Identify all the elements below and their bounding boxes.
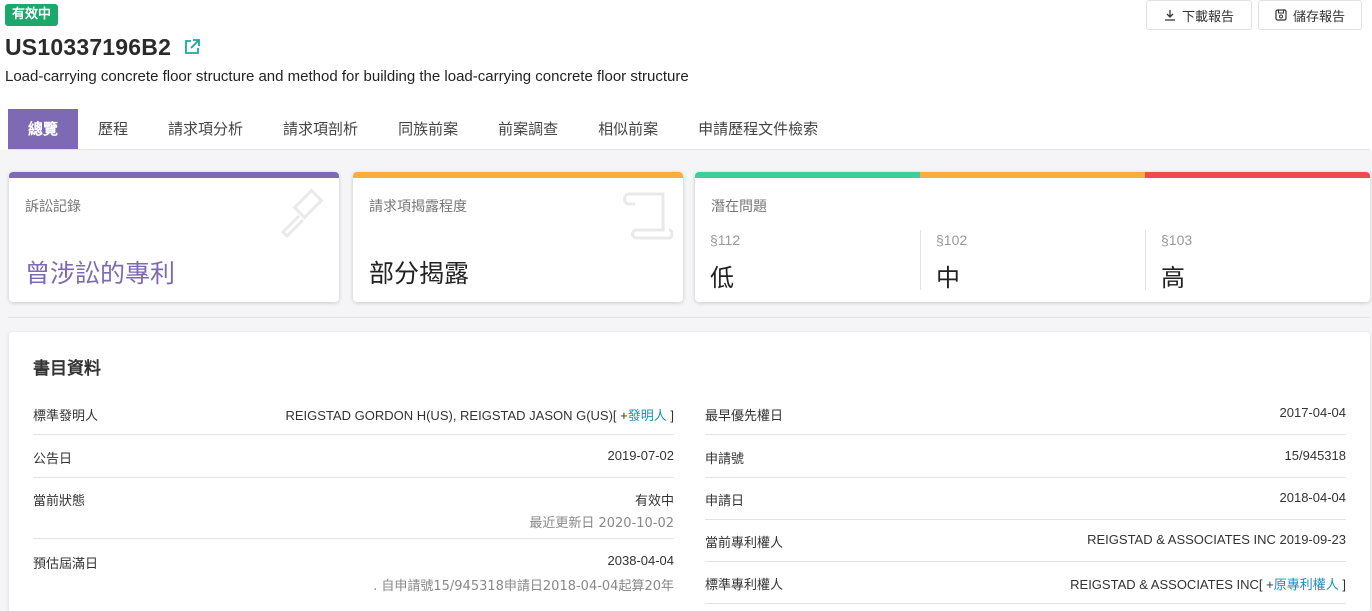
litigation-card[interactable]: 訴訟記錄 曾涉訟的專利 (9, 172, 339, 302)
row-label: 申請日 (705, 494, 745, 509)
row-label: 公告日 (33, 452, 73, 467)
issue-level: 低 (710, 264, 734, 292)
card-accent-bar (353, 172, 683, 178)
download-icon (1164, 10, 1175, 21)
row-label: 標準專利權人 (705, 578, 784, 593)
row-label: 當前狀態 (33, 494, 86, 509)
row-estimated-expiry: 預估屆滿日 2038-04-04 . 自申請號15/945318申請日2018-… (33, 553, 674, 603)
row-value: 2038-04-04 (607, 553, 675, 568)
row-current-assignee: 當前專利權人 REIGSTAD & ASSOCIATES INC 2019-09… (705, 532, 1346, 562)
row-standard-assignee: 標準專利權人 REIGSTAD & ASSOCIATES INC[ +原專利權人… (705, 574, 1346, 604)
tab-claim-breakdown[interactable]: 請求項剖析 (263, 109, 378, 149)
row-label: 預估屆滿日 (33, 557, 99, 572)
issue-bar-high (1145, 172, 1370, 178)
issue-level: 高 (1161, 264, 1185, 292)
row-sub-value: 最近更新日 2020-10-02 (529, 516, 674, 531)
row-value: 15/945318 (1284, 448, 1346, 463)
download-report-button[interactable]: 下載報告 (1146, 0, 1252, 30)
save-report-button[interactable]: 儲存報告 (1258, 0, 1362, 30)
assignee-name: REIGSTAD & ASSOCIATES INC[ + (1070, 577, 1274, 592)
issue-103: §103 高 (1146, 230, 1370, 292)
row-application-number: 申請號 15/945318 (705, 448, 1346, 478)
claim-disclosure-value: 部分揭露 (369, 259, 470, 288)
more-inventors-link[interactable]: 發明人 (628, 408, 667, 423)
claim-disclosure-card[interactable]: 請求項揭露程度 部分揭露 (353, 172, 683, 302)
tab-bar: 總覽 歷程 請求項分析 請求項剖析 同族前案 前案調查 相似前案 申請歷程文件檢… (8, 109, 838, 149)
row-value: 2017-04-04 (1279, 405, 1347, 420)
tab-history[interactable]: 歷程 (78, 109, 148, 149)
issue-section: §112 (710, 232, 741, 248)
bibliographic-data-panel: 書目資料 標準發明人 REIGSTAD GORDON H(US), REIGST… (9, 332, 1370, 611)
row-value: REIGSTAD & ASSOCIATES INC 2019-09-23 (1087, 532, 1346, 547)
tab-similar-prior-art[interactable]: 相似前案 (578, 109, 678, 149)
row-publication-date: 公告日 2019-07-02 (33, 448, 674, 478)
potential-issues-label: 潛在問題 (711, 199, 767, 215)
row-value: 有效中 (634, 494, 674, 509)
row-value: REIGSTAD GORDON H(US), REIGSTAD JASON G(… (286, 405, 675, 424)
patent-number: US10337196B2 (5, 34, 172, 60)
scroll-icon (623, 192, 674, 240)
patent-title: Load-carrying concrete floor structure a… (5, 68, 689, 85)
row-earliest-priority-date: 最早優先權日 2017-04-04 (705, 405, 1346, 435)
issue-section: §102 (936, 232, 968, 248)
bracket-close: ] (666, 408, 674, 423)
external-link-icon[interactable] (183, 38, 201, 56)
card-accent-bar (9, 172, 339, 178)
original-assignee-link[interactable]: 原專利權人 (1274, 577, 1339, 592)
tab-claim-analysis[interactable]: 請求項分析 (148, 109, 263, 149)
inventor-names: REIGSTAD GORDON H(US), REIGSTAD JASON G(… (285, 408, 628, 423)
save-icon (1275, 9, 1287, 21)
save-report-label: 儲存報告 (1292, 9, 1345, 25)
issue-section: §103 (1161, 232, 1193, 248)
issue-112: §112 低 (695, 230, 920, 292)
tab-overview[interactable]: 總覽 (8, 109, 79, 149)
section-divider (8, 317, 1370, 318)
bracket-close: ] (1338, 577, 1346, 592)
litigation-value: 曾涉訟的專利 (25, 259, 176, 288)
tab-family-prior-art[interactable]: 同族前案 (378, 109, 478, 149)
gavel-icon (280, 188, 324, 239)
row-application-date: 申請日 2018-04-04 (705, 490, 1346, 520)
row-value: 2018-04-04 (1279, 490, 1347, 505)
tab-file-history-search[interactable]: 申請歷程文件檢索 (678, 109, 838, 149)
tab-underline (8, 149, 1370, 150)
issue-bar-medium (920, 172, 1145, 178)
section-title: 書目資料 (33, 359, 101, 379)
report-header: 有效中 US10337196B2 Load-carrying concrete … (0, 0, 1372, 150)
row-label: 申請號 (705, 452, 745, 467)
claim-disclosure-label: 請求項揭露程度 (369, 199, 467, 215)
row-label: 當前專利權人 (705, 536, 784, 551)
row-sub-value: . 自申請號15/945318申請日2018-04-04起算20年 (373, 579, 674, 594)
row-value: REIGSTAD & ASSOCIATES INC[ +原專利權人 ] (1070, 574, 1346, 593)
download-report-label: 下載報告 (1181, 9, 1234, 25)
row-label: 標準發明人 (33, 409, 99, 424)
tab-prior-art-search[interactable]: 前案調查 (478, 109, 578, 149)
row-standard-inventor: 標準發明人 REIGSTAD GORDON H(US), REIGSTAD JA… (33, 405, 674, 435)
status-badge: 有效中 (5, 4, 59, 26)
issue-level: 中 (936, 264, 960, 292)
issue-102: §102 中 (921, 230, 1146, 292)
issue-bar-low (695, 172, 920, 178)
row-current-status: 當前狀態 有效中 最近更新日 2020-10-02 (33, 490, 674, 539)
row-value: 2019-07-02 (607, 448, 675, 463)
potential-issues-card[interactable]: 潛在問題 §112 低 §102 中 §103 高 (695, 172, 1370, 302)
litigation-label: 訴訟記錄 (25, 199, 81, 215)
row-label: 最早優先權日 (705, 409, 784, 424)
